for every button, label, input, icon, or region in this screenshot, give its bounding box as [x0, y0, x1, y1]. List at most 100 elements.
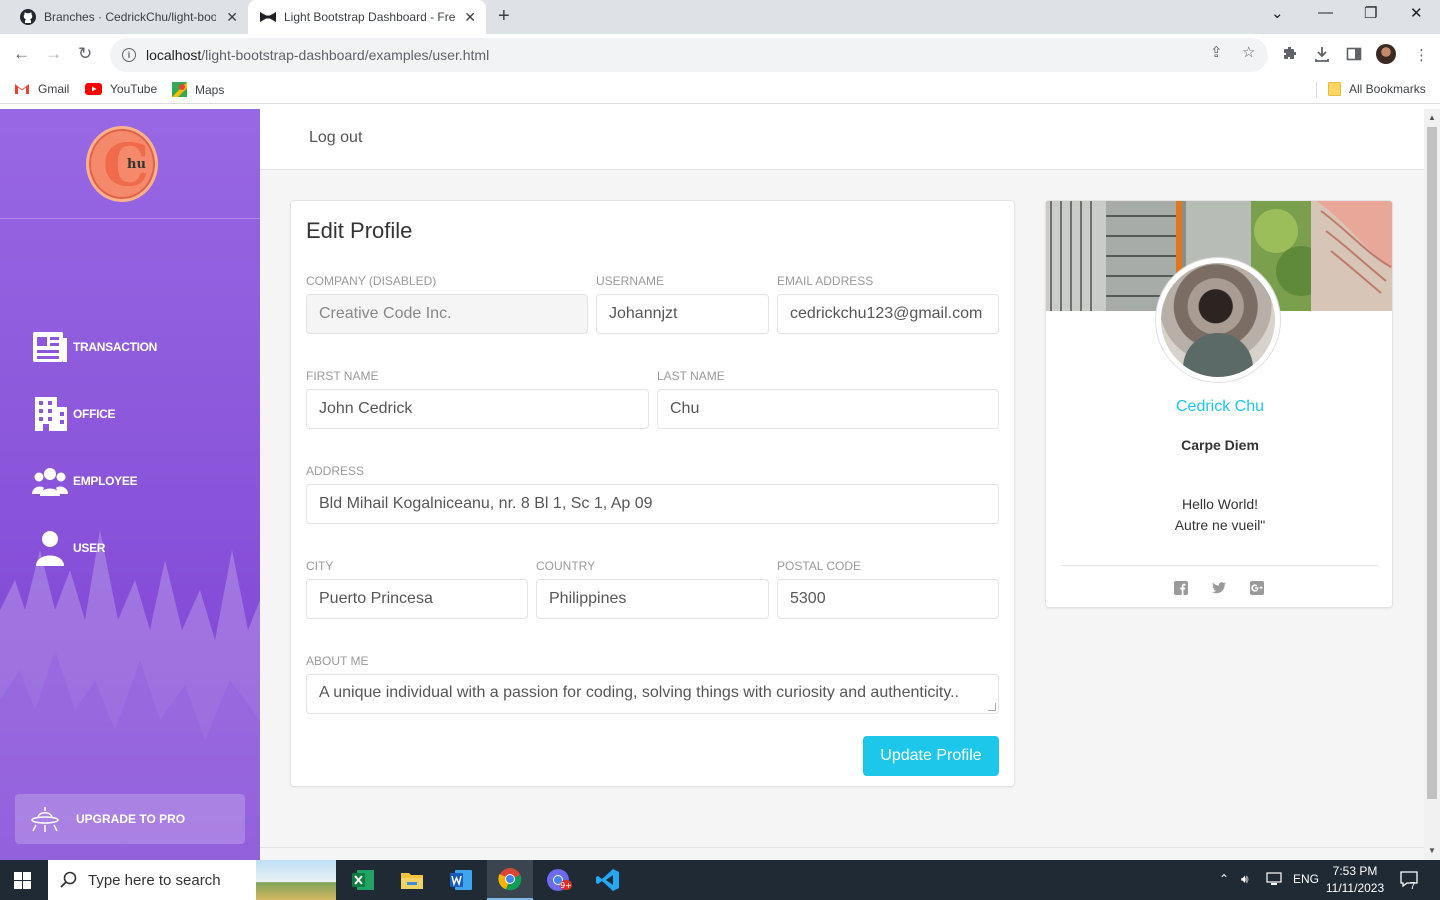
all-bookmarks-button[interactable]: All Bookmarks [1328, 82, 1426, 96]
vscode-icon[interactable] [585, 860, 631, 900]
windows-start-icon[interactable] [14, 872, 31, 889]
language-indicator[interactable]: ENG [1293, 872, 1319, 886]
bookmark-maps[interactable]: Maps [172, 82, 224, 97]
tab-search-icon[interactable]: ⌄ [1271, 4, 1284, 22]
rocket-ufo-icon [30, 805, 60, 833]
minimize-icon[interactable]: — [1318, 4, 1333, 21]
svg-text:9+: 9+ [560, 881, 572, 890]
chrome-icon[interactable] [487, 860, 533, 900]
google-plus-icon[interactable] [1249, 580, 1265, 596]
bookmarks-bar: Gmail YouTube Maps All Bookmarks [0, 76, 1440, 104]
top-navbar: Log out [260, 109, 1424, 170]
username-input[interactable]: Johannjzt [596, 294, 769, 334]
search-placeholder: Type here to search [88, 871, 221, 889]
country-label: Country [536, 559, 596, 573]
extensions-icon[interactable] [1282, 46, 1298, 66]
bookmark-label: YouTube [110, 82, 158, 96]
bookmark-gmail[interactable]: Gmail [14, 82, 69, 96]
close-tab-icon[interactable]: ✕ [226, 9, 238, 26]
about-me-textarea[interactable]: A unique individual with a passion for c… [306, 674, 999, 714]
country-input[interactable]: Philippines [536, 579, 769, 619]
building-icon [32, 396, 68, 432]
scrollbar-thumb[interactable] [1427, 127, 1437, 799]
notifications-icon[interactable] [1399, 869, 1419, 892]
update-profile-button[interactable]: Update Profile [863, 736, 999, 776]
bio-line: Autre ne vueil" [1174, 517, 1266, 533]
twitter-icon[interactable] [1211, 580, 1227, 596]
notification-count: 7 [1410, 881, 1416, 892]
sidebar-item-label: USER [73, 541, 106, 555]
file-explorer-icon[interactable] [389, 860, 435, 900]
user-name-link[interactable]: Cedrick Chu [1046, 398, 1392, 416]
sidebar-item-office[interactable]: OFFICE [32, 396, 116, 432]
new-tab-button[interactable]: + [498, 5, 510, 28]
browser-toolbar: ← → ↻ i localhost/light-bootstrap-dashbo… [0, 34, 1440, 76]
bookmark-youtube[interactable]: YouTube [85, 82, 157, 96]
scroll-up-icon[interactable]: ▲ [1428, 113, 1436, 122]
browser-tab-dashboard[interactable]: Light Bootstrap Dashboard - Free Bootstr… [248, 0, 486, 34]
word-icon[interactable] [438, 860, 484, 900]
sidebar-item-label: TRANSACTION [73, 340, 158, 354]
address-bar[interactable]: i localhost/light-bootstrap-dashboard/ex… [110, 38, 1268, 72]
sidebar-logo-area: C hu [0, 109, 260, 219]
site-info-icon[interactable]: i [122, 48, 136, 62]
restore-icon[interactable]: ❐ [1364, 4, 1377, 22]
company-input: Creative Code Inc. [306, 294, 588, 334]
email-input[interactable]: cedrickchu123@gmail.com [777, 294, 999, 334]
city-input[interactable]: Puerto Princesa [306, 579, 528, 619]
scroll-down-icon[interactable]: ▼ [1428, 846, 1436, 855]
resize-handle-icon[interactable] [988, 703, 996, 711]
address-input[interactable]: Bld Mihail Kogalniceanu, nr. 8 Bl 1, Sc … [306, 484, 999, 524]
bookmark-star-icon[interactable]: ☆ [1242, 43, 1255, 61]
card-title: Edit Profile [306, 218, 413, 243]
tab-title: Branches · CedrickChu/light-bootstrap-da… [44, 10, 216, 24]
github-icon [20, 9, 36, 25]
taskbar-search-box[interactable]: Type here to search [48, 860, 336, 900]
page-scrollbar[interactable]: ▲ ▼ [1424, 109, 1440, 860]
first-name-input[interactable]: John Cedrick [306, 389, 649, 429]
search-highlight-image [256, 860, 336, 900]
upgrade-to-pro-button[interactable]: UPGRADE TO PRO [15, 794, 245, 844]
download-icon[interactable] [1314, 46, 1330, 66]
bookmark-label: Gmail [38, 82, 70, 96]
sidebar-item-user[interactable]: USER [32, 530, 105, 566]
close-tab-icon[interactable]: ✕ [464, 9, 476, 26]
brand-logo[interactable]: C hu [86, 126, 158, 202]
clock-time: 7:53 PM [1332, 864, 1378, 878]
logo-small-text: hu [127, 157, 146, 172]
back-icon[interactable]: ← [13, 44, 30, 64]
browser-tab-github[interactable]: Branches · CedrickChu/light-bootstrap-da… [10, 0, 248, 34]
profile-avatar-image[interactable] [1156, 258, 1280, 382]
network-icon[interactable] [1266, 872, 1282, 889]
logout-link[interactable]: Log out [309, 129, 362, 147]
excel-icon[interactable] [340, 860, 386, 900]
sidebar-item-transaction[interactable]: TRANSACTION [32, 329, 157, 365]
sidebar-item-employee[interactable]: EMPLOYEE [32, 463, 138, 499]
user-icon [32, 530, 68, 566]
postal-code-input[interactable]: 5300 [777, 579, 999, 619]
facebook-icon[interactable] [1173, 580, 1189, 596]
close-window-icon[interactable]: ✕ [1410, 4, 1423, 22]
share-icon[interactable]: ⇪ [1210, 43, 1223, 61]
tray-overflow-icon[interactable]: ⌃ [1219, 872, 1229, 886]
menu-kebab-icon[interactable]: ⋮ [1414, 46, 1429, 64]
user-bio: Hello World! Autre ne vueil" [1046, 494, 1392, 536]
user-tagline: Carpe Diem [1181, 437, 1259, 453]
last-name-input[interactable]: Chu [657, 389, 999, 429]
profile-avatar-icon[interactable] [1376, 44, 1396, 64]
city-label: City [306, 559, 334, 573]
sidebar-item-label: OFFICE [73, 407, 116, 421]
about-me-text: A unique individual with a passion for c… [319, 684, 960, 701]
chrome-profile-icon[interactable]: 9+ [536, 860, 582, 900]
company-label: Company (disabled) [306, 274, 437, 288]
newspaper-icon [32, 329, 68, 365]
forward-icon[interactable]: → [45, 44, 62, 64]
username-label: Username [596, 274, 665, 288]
system-clock[interactable]: 7:53 PM 11/11/2023 [1320, 863, 1390, 897]
side-panel-icon[interactable] [1346, 46, 1362, 66]
sidebar: C hu TRANSACTION OFFICE EMPLOYEE USER UP… [0, 109, 260, 860]
volume-icon[interactable]: 🔊︎ [1241, 872, 1249, 887]
reload-icon[interactable]: ↻ [78, 44, 92, 64]
url-path: /light-bootstrap-dashboard/examples/user… [201, 47, 490, 63]
tab-title: Light Bootstrap Dashboard - Free Bootstr… [284, 10, 456, 24]
